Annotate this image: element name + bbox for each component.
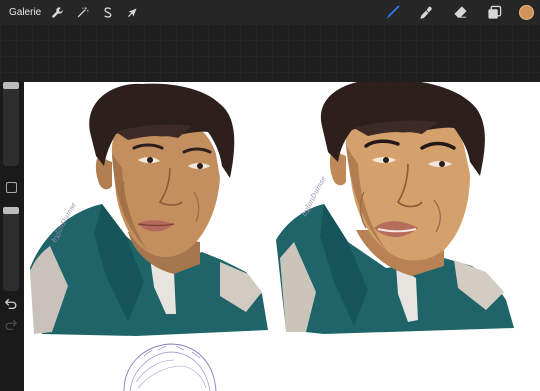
smudge-icon[interactable] <box>417 3 435 21</box>
left-sidebar <box>0 82 24 391</box>
wrench-icon[interactable] <box>49 4 65 20</box>
portrait-artwork <box>30 82 514 391</box>
magic-wand-icon[interactable] <box>74 4 90 20</box>
pencil-sketch <box>123 343 217 391</box>
top-toolbar: Galerie <box>0 0 540 24</box>
brush-icon[interactable] <box>383 3 401 21</box>
canvas-backdrop <box>0 24 540 82</box>
arrow-cursor-icon[interactable] <box>124 4 140 20</box>
drawing-canvas[interactable]: byJanDumse byJanDumse <box>24 82 540 391</box>
eraser-icon[interactable] <box>451 3 469 21</box>
undo-icon[interactable] <box>4 297 18 311</box>
opacity-slider-thumb[interactable] <box>3 207 19 214</box>
right-tool-group <box>383 0 540 24</box>
brush-size-slider-thumb[interactable] <box>3 82 19 89</box>
current-color-swatch[interactable] <box>519 4 534 20</box>
opacity-slider[interactable] <box>3 207 19 291</box>
layers-icon[interactable] <box>485 3 503 21</box>
modify-button[interactable] <box>6 182 17 193</box>
selection-s-icon[interactable] <box>99 4 115 20</box>
brush-size-slider[interactable] <box>3 82 19 166</box>
redo-icon[interactable] <box>4 318 18 332</box>
gallery-button[interactable]: Galerie <box>9 7 41 18</box>
